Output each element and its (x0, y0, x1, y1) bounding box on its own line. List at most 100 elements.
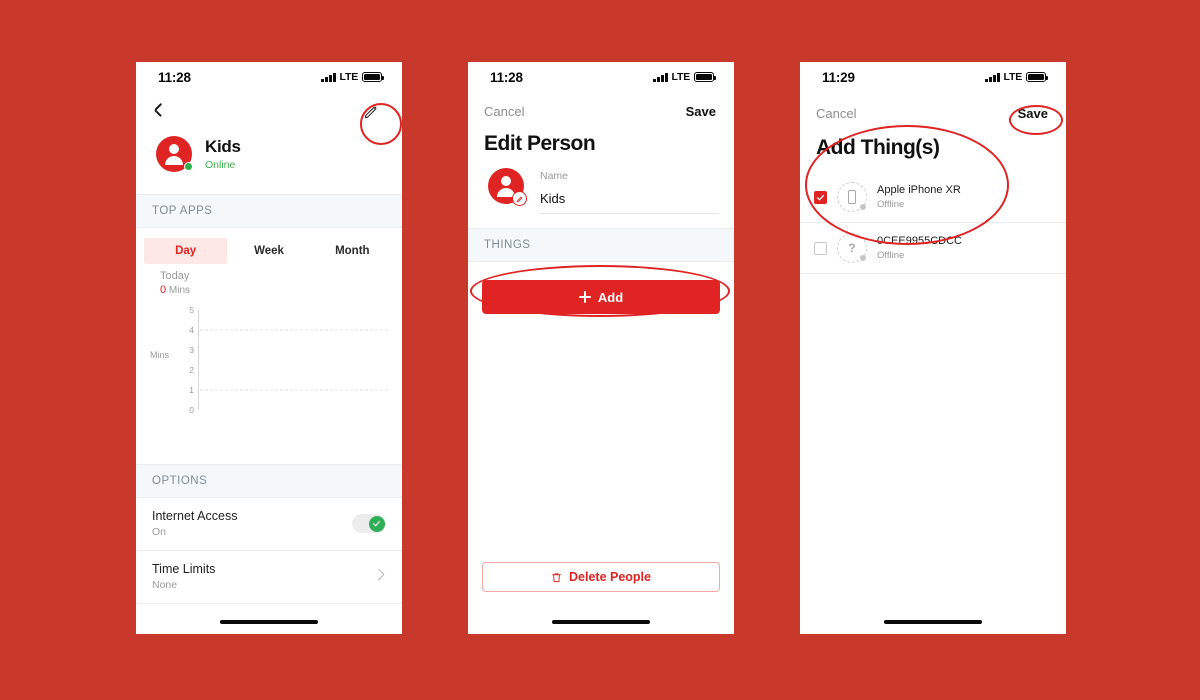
status-bar: 11:28 LTE (136, 62, 402, 92)
screenshot-stage: 11:28 LTE Kids Online TOP APPS Day Week … (0, 0, 1200, 700)
option-row-time-limits[interactable]: Time Limits None (136, 551, 402, 604)
cancel-button[interactable]: Cancel (484, 104, 524, 119)
chart-ytick-2: 2 (189, 365, 194, 375)
phone-screen-add-things: 11:29 LTE Cancel Save Add Thing(s) Apple… (800, 62, 1066, 634)
chevron-left-icon[interactable] (152, 102, 163, 120)
delete-button-label: Delete People (569, 570, 651, 584)
device-name: Apple iPhone XR (877, 183, 961, 196)
home-indicator (552, 620, 650, 624)
device-list-item-0[interactable]: Apple iPhone XR Offline (800, 172, 1066, 223)
chart-ytick-4: 4 (189, 325, 194, 335)
toggle-knob (368, 515, 385, 532)
phone-screen-edit-person: 11:28 LTE Cancel Save Edit Person Name K… (468, 62, 734, 634)
option-subtitle: On (152, 526, 167, 538)
add-thing-button[interactable]: Add (482, 280, 720, 314)
chart-gridline-1 (200, 389, 388, 391)
delete-people-button[interactable]: Delete People (482, 562, 720, 592)
chart-title: Today (160, 270, 190, 282)
signal-bars-icon (985, 72, 1000, 82)
save-button[interactable]: Save (1018, 106, 1048, 121)
page-title: Edit Person (484, 132, 596, 155)
chart-gridline-4 (200, 329, 388, 331)
name-field-row: Name Kids (468, 164, 734, 228)
chart-plot-area: Mins 5 4 3 2 1 0 (136, 305, 402, 415)
chart-ytick-3: 3 (189, 345, 194, 355)
chart-y-axis-label: Mins (150, 350, 170, 360)
section-header-options: OPTIONS (136, 464, 402, 498)
network-type-label: LTE (339, 71, 359, 83)
status-bar-time: 11:28 (158, 69, 191, 85)
battery-icon (694, 72, 717, 82)
network-type-label: LTE (671, 71, 691, 83)
section-header-things: THINGS (468, 228, 734, 262)
battery-icon (1026, 72, 1049, 82)
add-button-label: Add (597, 289, 624, 305)
tab-day[interactable]: Day (144, 238, 228, 264)
pencil-icon (516, 196, 522, 202)
page-title: Kids (205, 137, 241, 157)
edit-pencil-button[interactable] (358, 98, 384, 124)
chart-ytick-5: 5 (189, 305, 194, 315)
plus-icon (578, 291, 591, 303)
battery-icon (362, 72, 385, 82)
cancel-button[interactable]: Cancel (816, 106, 856, 121)
check-icon (372, 520, 381, 527)
option-text-group: Time Limits None (152, 562, 215, 591)
status-bar: 11:28 LTE (468, 62, 734, 92)
status-badge: Online (205, 158, 236, 171)
network-type-label: LTE (1003, 71, 1023, 83)
nav-bar: Cancel Save (800, 92, 1066, 134)
online-status-dot (184, 162, 193, 171)
section-header-top-apps: TOP APPS (136, 194, 402, 228)
person-header: Kids Online (136, 130, 402, 194)
chart-total-value: 0 Mins (136, 284, 402, 296)
device-checkbox[interactable] (814, 190, 827, 204)
nav-bar (136, 92, 402, 130)
signal-bars-icon (653, 72, 668, 82)
device-name: 0CEE9955CDCC (877, 234, 962, 247)
option-title: Time Limits (152, 562, 216, 576)
chart-y-axis-line (198, 310, 199, 410)
delete-button-area: Delete People (482, 562, 720, 592)
pencil-icon (364, 105, 377, 118)
name-field-label: Name (540, 170, 569, 182)
chart-ytick-0: 0 (189, 405, 194, 415)
status-bar: 11:29 LTE (800, 62, 1066, 92)
page-title: Add Thing(s) (816, 136, 940, 159)
chart-ytick-1: 1 (189, 385, 194, 395)
name-input[interactable]: Kids (540, 191, 718, 214)
save-button[interactable]: Save (686, 104, 716, 119)
option-row-internet-access[interactable]: Internet Access On (136, 498, 402, 551)
signal-bars-icon (321, 72, 336, 82)
status-bar-time: 11:29 (822, 69, 855, 85)
name-input-group: Name Kids (540, 168, 718, 214)
home-indicator (220, 620, 318, 624)
chart-value-number: 0 (160, 284, 167, 296)
option-subtitle: None (152, 579, 178, 591)
person-avatar-icon (156, 136, 193, 172)
avatar-edit-badge (512, 191, 527, 206)
tab-month[interactable]: Month (311, 238, 394, 264)
option-text-group: Internet Access On (152, 509, 237, 538)
device-status: Offline (877, 199, 905, 211)
tab-week[interactable]: Week (227, 238, 310, 264)
option-title: Internet Access (152, 509, 238, 523)
status-bar-indicators: LTE (985, 71, 1049, 83)
chevron-right-icon[interactable] (378, 570, 386, 584)
status-bar-indicators: LTE (321, 71, 385, 83)
device-text-group: Apple iPhone XR Offline (877, 184, 961, 211)
chart-value-unit: Mins (168, 285, 191, 296)
internet-access-toggle[interactable] (352, 514, 386, 533)
usage-chart: Today 0 Mins Mins 5 4 3 2 1 0 (136, 264, 402, 464)
device-unknown-icon: ? (837, 233, 867, 263)
trash-icon (552, 572, 561, 582)
device-checkbox[interactable] (814, 241, 827, 255)
status-bar-time: 11:28 (490, 69, 523, 85)
add-button-area: Add (468, 262, 734, 314)
status-bar-indicators: LTE (653, 71, 717, 83)
check-icon (816, 194, 825, 200)
person-avatar-edit-icon[interactable] (488, 168, 527, 206)
device-list-item-1[interactable]: ? 0CEE9955CDCC Offline (800, 223, 1066, 274)
range-tab-group: Day Week Month (136, 228, 402, 264)
device-phone-icon (837, 182, 867, 212)
